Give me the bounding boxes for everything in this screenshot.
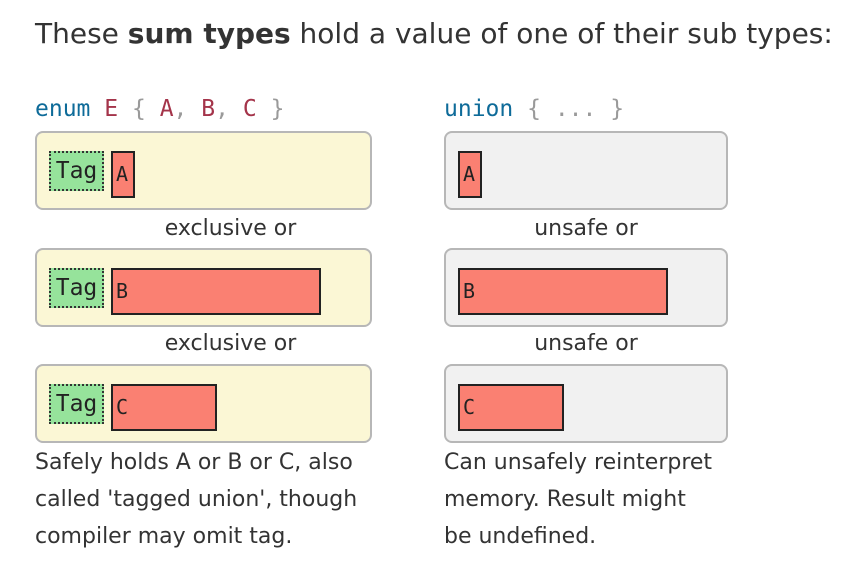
heading-suffix: hold a value of one of their sub types: (290, 17, 833, 50)
enum-tag-a: Tag (49, 151, 104, 191)
enum-payload-c: C (111, 384, 217, 431)
enum-separator-2: exclusive or (164, 331, 297, 356)
enum-payload-a: A (111, 151, 135, 198)
union-keyword: union (444, 96, 514, 122)
union-separator-1: unsafe or (534, 216, 638, 241)
heading-prefix: These (35, 17, 128, 50)
union-payload-b: B (458, 268, 668, 315)
enum-box-c: Tag C (35, 364, 372, 443)
enum-box-a: Tag A (35, 131, 372, 210)
enum-caption-line-1: Safely holds A or B or C, also (35, 450, 353, 475)
union-declaration: union { ... } (444, 92, 624, 126)
union-box-a: A (444, 131, 728, 210)
union-close-brace: } (610, 96, 625, 122)
enum-close-brace: } (270, 96, 285, 122)
enum-caption-line-3: compiler may omit tag. (35, 524, 293, 549)
enum-keyword: enum (35, 96, 91, 122)
page-heading: These sum types hold a value of one of t… (35, 14, 833, 54)
enum-variant-c: C (242, 96, 257, 122)
enum-declaration: enum E { A, B, C } (35, 92, 284, 126)
union-box-c: C (444, 364, 728, 443)
enum-caption-line-2: called 'tagged union', though (35, 487, 358, 512)
union-caption: Can unsafely reinterpret memory. Result … (444, 444, 712, 555)
enum-variant-b: B (201, 96, 216, 122)
heading-bold: sum types (127, 17, 291, 50)
enum-comma-1: , (173, 96, 188, 122)
union-caption-line-3: be undefined. (444, 524, 597, 549)
union-ellipsis: ... (554, 96, 597, 122)
enum-type-name: E (104, 96, 119, 122)
enum-comma-2: , (215, 96, 229, 122)
union-payload-a: A (458, 151, 482, 198)
enum-variant-a: A (159, 96, 174, 122)
enum-caption: Safely holds A or B or C, also called 't… (35, 444, 357, 555)
enum-tag-c: Tag (49, 384, 104, 424)
enum-payload-b: B (111, 268, 321, 315)
enum-open-brace: { (131, 96, 146, 122)
union-payload-c: C (458, 384, 564, 431)
enum-tag-b: Tag (49, 268, 104, 308)
union-caption-line-2: memory. Result might (444, 487, 686, 512)
enum-box-b: Tag B (35, 248, 372, 327)
union-open-brace: { (527, 96, 541, 122)
union-separator-2: unsafe or (534, 331, 638, 356)
enum-separator-1: exclusive or (164, 216, 297, 241)
union-caption-line-1: Can unsafely reinterpret (444, 450, 713, 475)
union-box-b: B (444, 248, 728, 327)
